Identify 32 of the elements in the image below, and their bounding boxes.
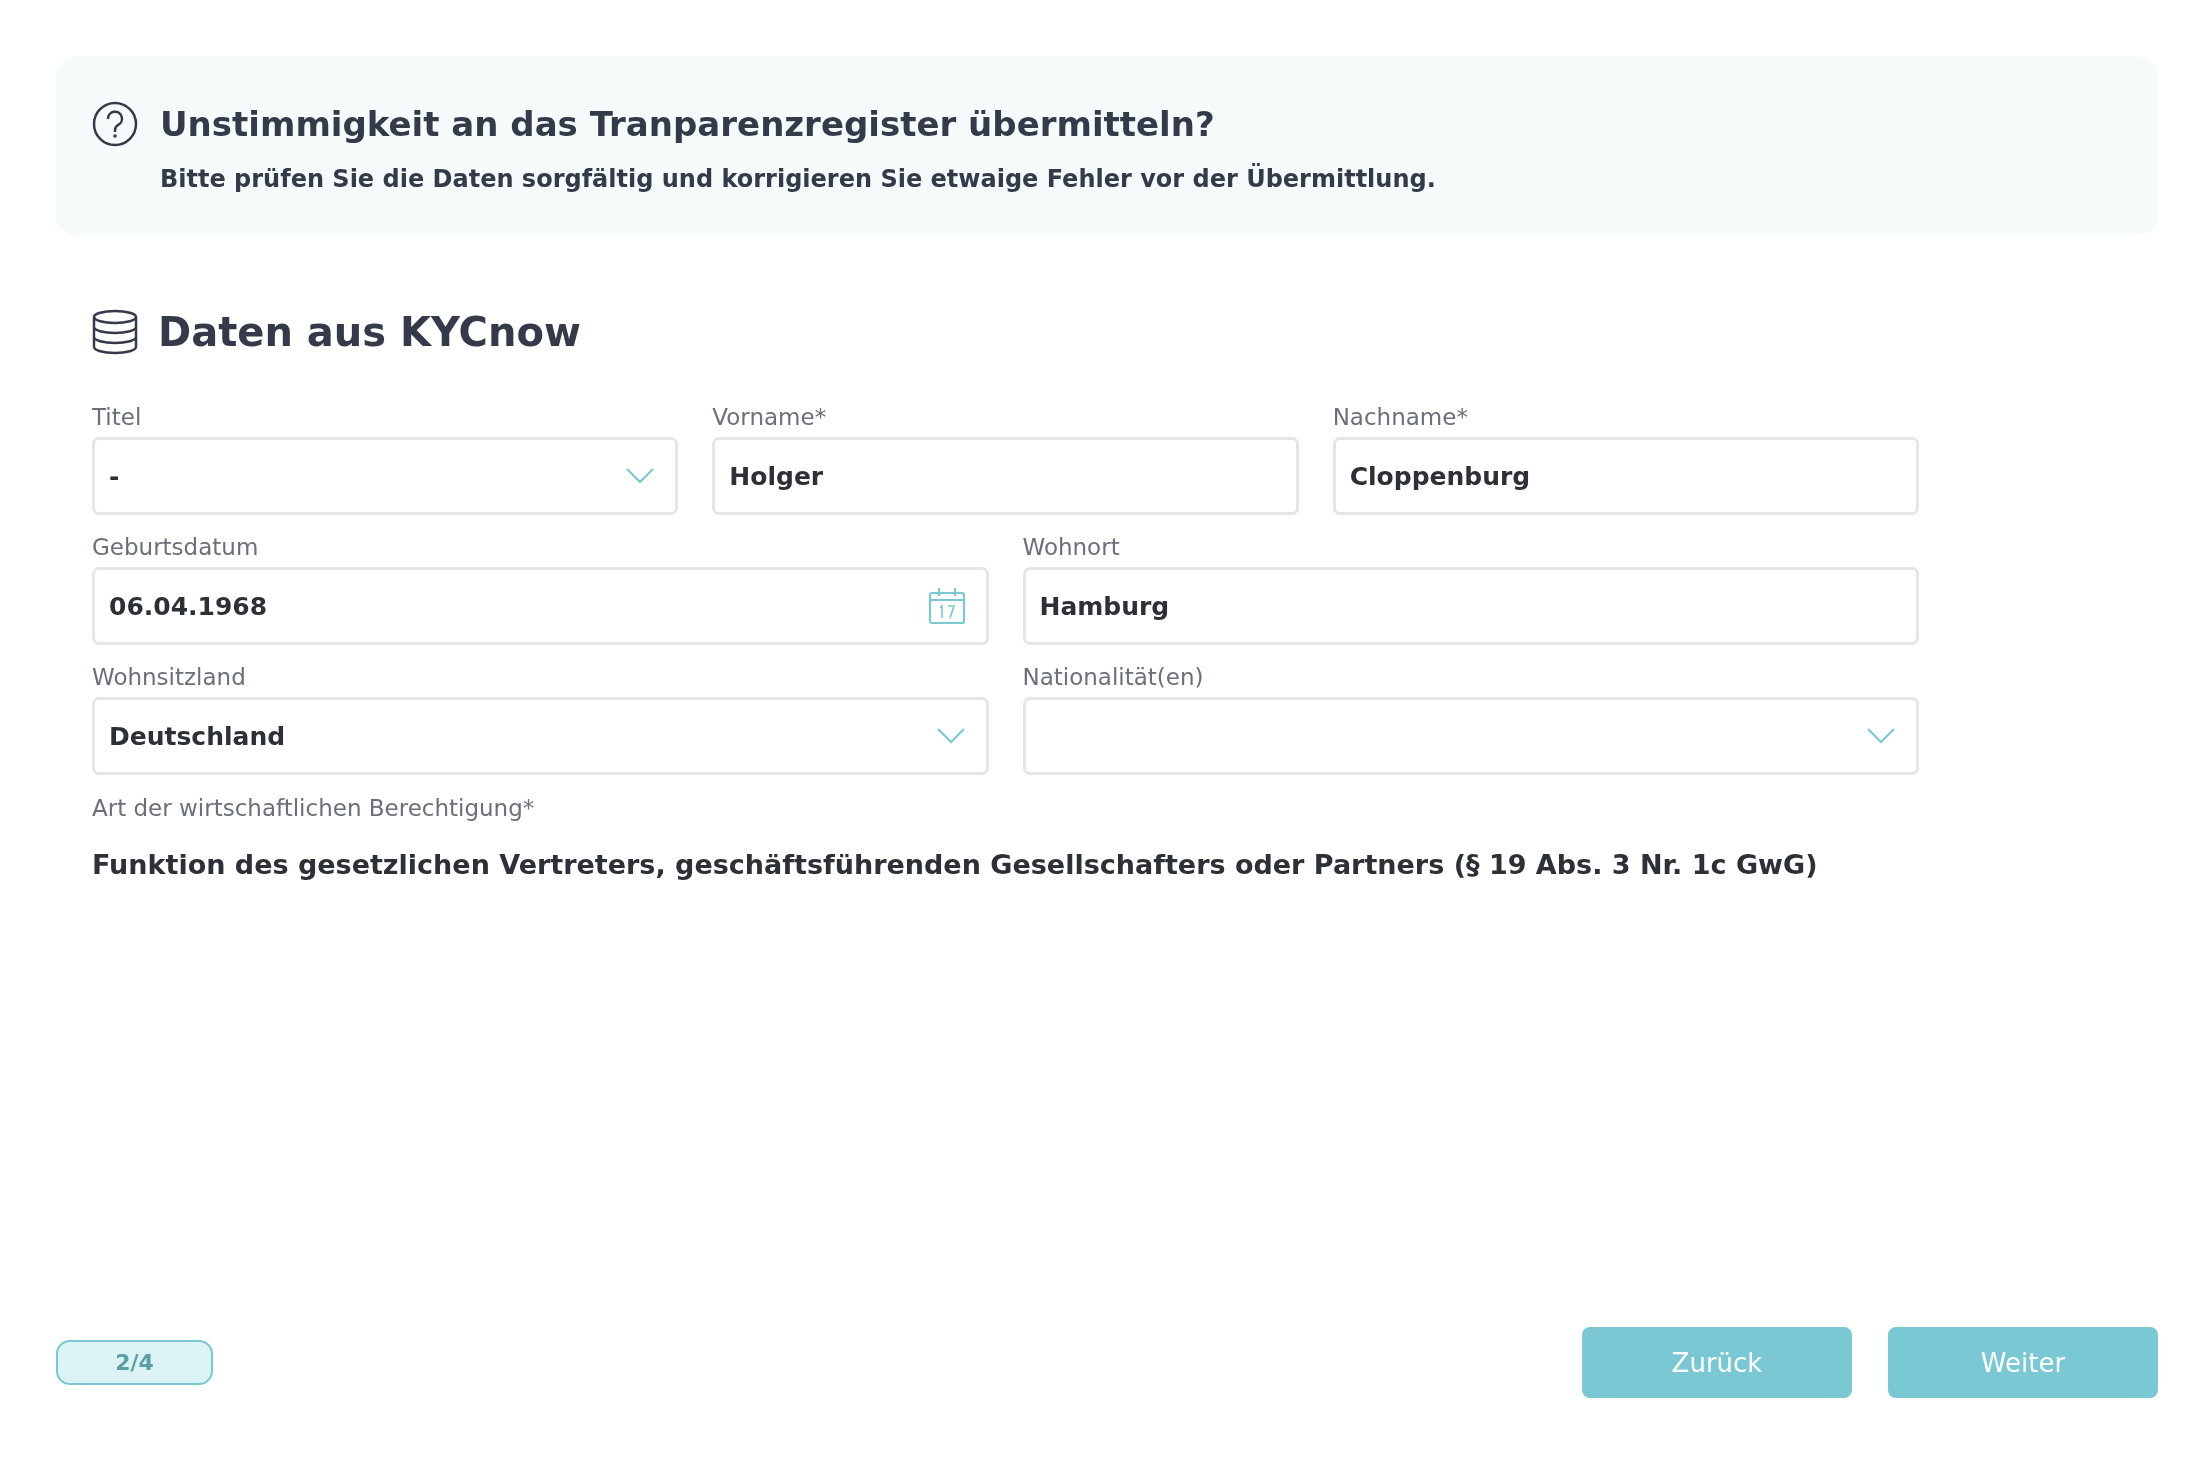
field-value: Cloppenburg [1349,461,1532,491]
field-label: Art der wirtschaftlichen Berechtigung* [92,795,536,821]
field-value: - [109,461,121,491]
step-indicator: 2/4 [56,1340,213,1385]
text-field[interactable]: Cloppenburg [1332,437,1919,515]
text-field[interactable]: Holger [712,437,1299,515]
field-value: Hamburg [1039,591,1171,621]
notice-text: Bitte prüfen Sie die Daten sorgfältig und korrigieren Sie etwaige Fehler vor der Übermittlung. [160,165,1437,193]
chevron-down-icon [935,727,966,745]
field-label: Wohnort [1022,533,1121,561]
help-icon [92,101,138,147]
field-value: Funktion des gesetzlichen Vertreters, geschäftsführenden Gesellschafters oder Partners (§ 19 Abs. 3 Nr. 1c GwG) [92,848,1818,882]
dropdown-field[interactable]: Deutschland [92,697,989,775]
field-label: Nationalität(en) [1022,663,1205,691]
field-label: Geburtsdatum [92,533,260,561]
field-value: 06.04.1968 [109,591,269,621]
field-label: Titel [92,403,143,431]
chevron-down-icon [1866,727,1896,745]
dropdown-field[interactable] [1022,697,1919,775]
field-value: Holger [729,461,825,491]
section-title: Daten aus KYCnow [158,309,581,355]
database-icon [92,309,138,355]
field-label: Wohnsitzland [92,663,247,691]
notice-title: Unstimmigkeit an das Tranparenzregister übermitteln? [160,104,1216,144]
text-field[interactable]: Hamburg [1022,567,1919,645]
calendar-icon [927,587,966,625]
field-label: Vorname* [712,403,828,431]
date-field[interactable]: 06.04.1968 [92,567,989,645]
chevron-down-icon [625,467,656,485]
dropdown-field[interactable]: - [92,437,679,515]
field-value: Deutschland [109,721,287,751]
field-label: Nachname* [1332,403,1469,431]
